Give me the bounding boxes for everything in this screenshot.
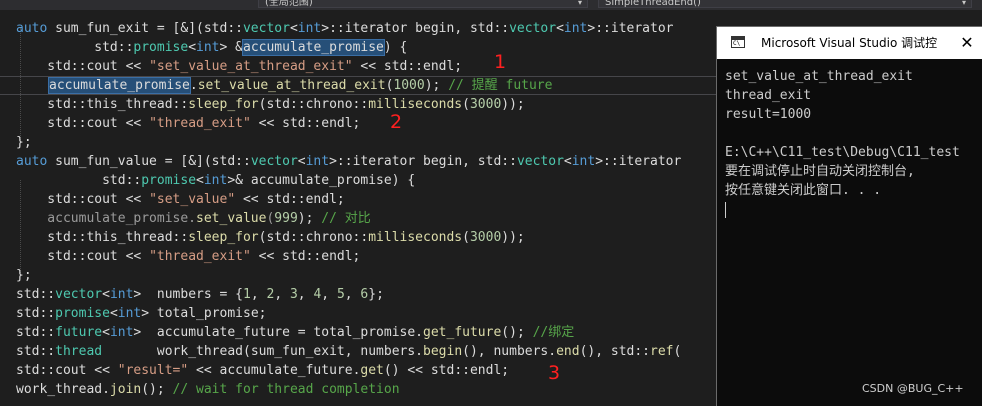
scope-dropdown-label: (全局范围) xyxy=(265,0,313,8)
code-line-6: std::cout << "thread_exit" << std::endl; xyxy=(16,116,361,131)
code-line-11: accumulate_promise.set_value(999); // 对比 xyxy=(16,211,371,226)
editor-navigation-bar: (全局范围) ▾ SimpleThreadEnd() ▾ xyxy=(0,0,982,10)
console-cursor-line xyxy=(725,200,982,219)
annotation-number-3: 3 xyxy=(548,362,561,384)
code-line-17: std::future<int> accumulate_future = tot… xyxy=(16,325,575,340)
watermark: CSDN @BUG_C++ xyxy=(862,382,964,395)
console-output: set_value_at_thread_exit thread_exit res… xyxy=(725,67,982,219)
console-app-icon: C\ xyxy=(731,36,745,48)
code-line-4: accumulate_promise.set_value_at_thread_e… xyxy=(48,77,553,94)
close-icon[interactable]: ✕ xyxy=(951,27,982,59)
code-line-18: std::thread work_thread(sum_fun_exit, nu… xyxy=(16,344,682,359)
selected-identifier: accumulate_promise xyxy=(242,39,385,56)
code-line-15: std::vector<int> numbers = {1, 2, 3, 4, … xyxy=(16,287,384,302)
code-line-10: std::cout << "set_value" << std::endl; xyxy=(16,192,345,207)
console-title: Microsoft Visual Studio 调试控 xyxy=(761,36,938,50)
annotation-number-2: 2 xyxy=(390,111,403,133)
code-line-14: }; xyxy=(16,268,32,283)
code-line-19: std::cout << "result=" << accumulate_fut… xyxy=(16,363,510,378)
chevron-down-icon: ▾ xyxy=(577,0,582,7)
member-dropdown-label: SimpleThreadEnd() xyxy=(605,0,701,8)
console-title-bar[interactable]: C\ Microsoft Visual Studio 调试控 ✕ xyxy=(717,27,982,59)
text-cursor xyxy=(725,201,726,218)
annotation-number-1: 1 xyxy=(494,51,507,73)
code-line-3: std::cout << "set_value_at_thread_exit" … xyxy=(16,59,463,74)
console-line: E:\C++\C11_test\Debug\C11_test xyxy=(725,145,960,160)
code-line-7: }; xyxy=(16,135,32,150)
code-line-13: std::cout << "thread_exit" << std::endl; xyxy=(16,249,361,264)
console-line: 要在调试停止时自动关闭控制台, xyxy=(725,164,915,179)
code-line-5: std::this_thread::sleep_for(std::chrono:… xyxy=(16,97,525,112)
code-line-12: std::this_thread::sleep_for(std::chrono:… xyxy=(16,230,525,245)
selected-identifier: accumulate_promise xyxy=(48,77,191,94)
code-line-16: std::promise<int> total_promise; xyxy=(16,306,267,321)
console-line: 按任意键关闭此窗口. . . xyxy=(725,183,882,198)
code-line-9: std::promise<int>& accumulate_promise) { xyxy=(16,173,416,188)
console-line: result=1000 xyxy=(725,107,812,122)
debug-console-window[interactable]: C\ Microsoft Visual Studio 调试控 ✕ set_val… xyxy=(716,26,982,406)
console-line: thread_exit xyxy=(725,88,812,103)
code-line-8: auto sum_fun_value = [&](std::vector<int… xyxy=(16,154,682,169)
code-line-20: work_thread.join(); // wait for thread c… xyxy=(16,382,400,397)
member-dropdown[interactable]: SimpleThreadEnd() ▾ xyxy=(598,0,972,8)
code-line-1: auto sum_fun_exit = [&](std::vector<int>… xyxy=(16,21,674,36)
chevron-down-icon: ▾ xyxy=(961,0,966,7)
scope-dropdown[interactable]: (全局范围) ▾ xyxy=(258,0,588,8)
console-line: set_value_at_thread_exit xyxy=(725,69,913,84)
code-line-2: std::promise<int> &accumulate_promise) { xyxy=(16,39,408,56)
